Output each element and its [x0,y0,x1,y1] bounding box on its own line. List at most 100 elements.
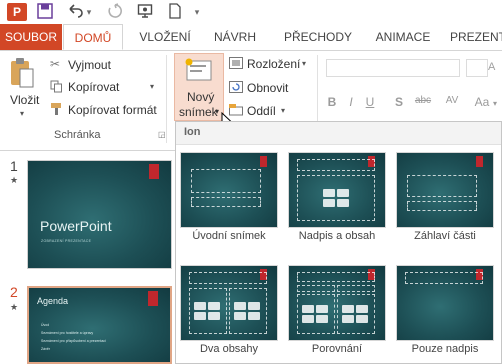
layout-title-only[interactable]: Pouze nadpis [396,265,494,355]
slide-title: PowerPoint [40,218,112,234]
tab-insert[interactable]: VLOŽENÍ [135,24,195,50]
dialog-launcher-icon[interactable]: ◲ [158,130,166,139]
scissors-icon: ✂ [50,57,61,71]
strikethrough-button[interactable]: abc [412,95,434,106]
cut-button[interactable]: Vyjmout [68,58,111,72]
layout-thumbnail [180,265,278,341]
bookmark-shape [149,164,159,179]
font-name-box[interactable] [326,59,460,77]
slide-title: Agenda [37,296,69,306]
new-doc-icon[interactable] [166,3,184,21]
content-icons [342,305,370,323]
layout-thumbnail [396,152,494,228]
placeholder-box [191,197,261,207]
gallery-header: Ion [176,122,501,145]
shadow-button[interactable]: S [391,95,407,109]
placeholder-box [297,285,335,292]
new-slide-label-line2: snímek [179,105,218,119]
italic-button[interactable]: I [343,95,359,109]
layout-label: Úvodní snímek [192,230,266,242]
save-icon[interactable] [36,3,54,21]
content-icons [234,302,262,320]
section-icon [229,103,243,116]
section-dropdown-icon[interactable]: ▾ [281,106,285,115]
tab-animations[interactable]: ANIMACE [368,24,438,50]
bullet-item: Úvod [41,323,50,327]
bookmark-shape [260,156,267,167]
layout-comparison[interactable]: Porovnání [288,265,386,355]
layout-label: Porovnání [311,343,363,355]
redo-icon[interactable] [106,3,124,21]
group-separator [166,55,167,143]
reset-button[interactable]: Obnovit [247,81,288,95]
layout-thumbnail [180,152,278,228]
placeholder-box [297,159,375,171]
section-button[interactable]: Oddíl [247,104,276,118]
slide-thumbnail-1[interactable]: PowerPoint ZOBRAZENÍ PREZENTACE [27,160,172,269]
reset-icon [229,80,243,93]
bookmark-shape [476,156,483,167]
undo-icon[interactable] [66,3,84,21]
case-dropdown-icon[interactable]: ▾ [493,99,497,108]
chevron-down-icon[interactable]: ▾ [192,3,202,21]
copy-icon [50,80,62,93]
layout-label: Nadpis a obsah [298,230,376,242]
copy-button[interactable]: Kopírovat [68,80,119,94]
new-slide-dropdown-icon[interactable]: ▾ [215,107,219,116]
format-painter-icon [50,102,64,116]
bookmark-shape [148,291,158,306]
paste-button[interactable]: Vložit [10,93,39,107]
change-case-button[interactable]: Aa [472,95,492,109]
new-slide-button[interactable]: Nový snímek ▾ [174,53,224,121]
paste-dropdown-icon[interactable]: ▾ [20,109,24,118]
grow-font-icon[interactable]: A [488,61,495,73]
placeholder-box [407,175,477,197]
tab-transitions[interactable]: PŘECHODY [278,24,358,50]
format-painter-button[interactable]: Kopírovat formát [68,103,157,117]
copy-dropdown-icon[interactable]: ▾ [150,82,154,91]
layout-section-header[interactable]: Záhlaví části [396,152,494,242]
layout-dropdown-icon[interactable]: ▾ [302,59,306,68]
slide-subtitle: ZOBRAZENÍ PREZENTACE [41,239,92,243]
underline-button[interactable]: U [362,95,378,109]
placeholder-box [407,201,477,211]
animation-star-icon: ★ [10,175,19,185]
layout-label: Dva obsahy [199,343,259,355]
layout-two-content[interactable]: Dva obsahy [180,265,278,355]
clipboard-icon[interactable] [9,57,35,89]
theme-name: Ion [184,126,201,138]
layout-title-content[interactable]: Nadpis a obsah [288,152,386,242]
placeholder-box [191,169,261,193]
slide-thumbnails-panel: 1 ★ PowerPoint ZOBRAZENÍ PREZENTACE 2 ★ … [0,151,175,364]
powerpoint-logo: P [7,3,27,21]
layout-thumbnail [396,265,494,341]
bold-button[interactable]: B [324,95,340,109]
layout-label: Pouze nadpis [411,343,479,355]
char-spacing-button[interactable]: AV [442,95,462,106]
slide-thumbnail-2[interactable]: Agenda Úvod Seznámení pro hostitele a úp… [27,286,172,364]
layout-label: Záhlaví části [414,230,476,242]
layout-thumbnail [288,152,386,228]
layout-button[interactable]: Rozložení [247,57,300,71]
slide-number: 2 [10,284,18,300]
slide-number: 1 [10,158,18,174]
tab-home[interactable]: DOMŮ [63,24,123,50]
bullet-item: Seznámení pro hostitele a úpravy [41,331,94,335]
layout-gallery-dropdown: Ion Úvodní snímek Nadpis a obsah Záhlaví… [175,121,502,364]
slide-bullets: Úvod Seznámení pro hostitele a úpravy Se… [41,321,106,353]
placeholder-box [337,285,375,292]
undo-dropdown-icon[interactable]: ▾ [84,3,94,21]
layout-title-slide[interactable]: Úvodní snímek [180,152,278,242]
tab-slideshow[interactable]: PREZENT [450,24,502,50]
tab-file[interactable]: SOUBOR [0,24,62,50]
placeholder-box [405,272,483,284]
placeholder-box [189,272,267,284]
tab-design[interactable]: NÁVRH [210,24,260,50]
placeholder-box [297,272,375,282]
font-size-box[interactable] [466,59,488,77]
present-icon[interactable] [136,3,154,21]
bullet-item: Seznámení pro přizpůsobení a prezentaci [41,339,106,343]
content-icons [194,302,222,320]
content-icons [323,189,351,207]
content-icons [302,305,330,323]
